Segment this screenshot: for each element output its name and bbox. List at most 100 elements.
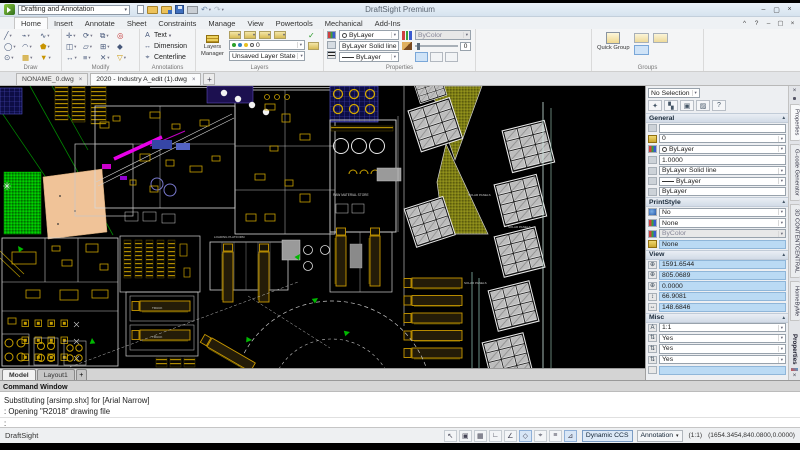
- group-toggle-button[interactable]: [633, 45, 649, 55]
- slider-track[interactable]: [415, 42, 458, 50]
- selection-dropdown[interactable]: No Selection ▾: [648, 88, 700, 98]
- tab-annotate[interactable]: Annotate: [79, 18, 121, 29]
- centerline-tool-button[interactable]: ⌖ Centerline: [143, 52, 192, 63]
- plot-style-toggle[interactable]: [445, 52, 458, 62]
- close-icon[interactable]: ×: [79, 77, 83, 83]
- lineweight-dropdown[interactable]: ByLayer ▾: [659, 176, 786, 186]
- array-tool-button[interactable]: ⊞ ▾: [99, 41, 116, 52]
- esnap-icon[interactable]: ◇: [518, 429, 532, 442]
- annotation-scale-dropdown[interactable]: Annotation ▾: [636, 429, 683, 442]
- ortho-icon[interactable]: ∟: [488, 429, 502, 442]
- collapse-ribbon-button[interactable]: ^: [739, 18, 750, 28]
- tab-view[interactable]: View: [241, 18, 269, 29]
- linecolor-dropdown[interactable]: ByLayer ▾: [659, 144, 786, 155]
- ucs-per-view-dropdown[interactable]: Yes ▾: [659, 344, 786, 354]
- line-tool-button[interactable]: ╱ ▾: [3, 30, 21, 41]
- lineweight-dropdown[interactable]: ByLayer ▾: [339, 52, 399, 62]
- palette-close-button[interactable]: ×: [793, 87, 797, 95]
- section-misc[interactable]: Misc ▴: [646, 312, 788, 323]
- stretch-tool-button[interactable]: ↔ ▾: [65, 52, 82, 63]
- help-button[interactable]: ?: [712, 100, 726, 111]
- transparency-dropdown[interactable]: ByColor ▾: [415, 30, 471, 40]
- tab-addins[interactable]: Add-Ins: [369, 18, 407, 29]
- doc-close-button[interactable]: ×: [787, 18, 798, 28]
- layer-state-dropdown[interactable]: Unsaved Layer State ▾: [229, 51, 305, 61]
- select-window-button[interactable]: ▣: [680, 100, 694, 111]
- printstyle-table-dropdown[interactable]: None ▾: [659, 218, 786, 228]
- lineweight-display-icon[interactable]: ≡: [548, 429, 562, 442]
- hyperlink-field[interactable]: [659, 123, 786, 133]
- printstyle-mode-dropdown[interactable]: ByColor ▾: [659, 229, 786, 239]
- tab-manage[interactable]: Manage: [202, 18, 241, 29]
- scale-tool-button[interactable]: ◆: [116, 41, 133, 52]
- linestyle-dropdown[interactable]: ByLayer Solid line ▾: [659, 166, 786, 176]
- command-window-header[interactable]: Command Window: [0, 381, 800, 392]
- arc-tool-button[interactable]: ◠ ▾: [21, 41, 39, 52]
- hatch-tool-button[interactable]: ▦ ▾: [21, 52, 39, 63]
- section-general[interactable]: General ▴: [646, 113, 788, 123]
- print-button[interactable]: [187, 4, 198, 15]
- polar-icon[interactable]: ∠: [503, 429, 517, 442]
- tab-home[interactable]: Home: [14, 17, 49, 29]
- tab-model[interactable]: Model: [2, 369, 36, 380]
- tab-layout1[interactable]: Layout1: [36, 369, 75, 380]
- gradient-tool-button[interactable]: ▼ ▾: [39, 52, 57, 63]
- minimize-button[interactable]: –: [757, 4, 770, 15]
- layer-tool-icon[interactable]: ▾: [229, 30, 241, 39]
- layers-manager-button[interactable]: Layers Manager: [199, 30, 226, 62]
- active-layer-dropdown[interactable]: 0 ▾: [229, 40, 305, 50]
- transparency-slider[interactable]: 0: [415, 41, 471, 51]
- edit-group-button[interactable]: [652, 33, 668, 43]
- layer-previous-button[interactable]: [308, 42, 319, 50]
- rotate-tool-button[interactable]: ⟳ ▾: [82, 30, 99, 41]
- annotation-scale-dropdown[interactable]: 1:1 ▾: [659, 323, 786, 333]
- section-view[interactable]: View ▴: [646, 249, 788, 260]
- save-button[interactable]: [175, 4, 184, 15]
- grid-icon[interactable]: ▦: [473, 429, 487, 442]
- move-tool-button[interactable]: ✛ ▾: [65, 30, 82, 41]
- side-tab-gcode[interactable]: G-code Generator: [789, 143, 800, 201]
- tab-sheet[interactable]: Sheet: [121, 18, 153, 29]
- printstyle-policy-dropdown[interactable]: No ▾: [659, 207, 786, 218]
- polygon-tool-button[interactable]: ⬟ ▾: [39, 41, 57, 52]
- layer-lock-icon[interactable]: ▾: [259, 30, 271, 39]
- redo-button[interactable]: ↷ ▾: [214, 4, 224, 15]
- drawing-canvas[interactable]: RAW MATERIAL STORE SOLAR PANELS SOLAR PA…: [0, 86, 645, 368]
- pin-icon[interactable]: [793, 96, 796, 101]
- tab-constraints[interactable]: Constraints: [152, 18, 202, 29]
- tab-mechanical[interactable]: Mechanical: [319, 18, 369, 29]
- ccs-display-icon[interactable]: ⊿: [563, 429, 577, 442]
- dynamic-ccs-button[interactable]: Dynamic CCS: [581, 429, 633, 442]
- color-bars-icon[interactable]: [402, 31, 413, 40]
- visual-style-dropdown[interactable]: Yes ▾: [659, 354, 786, 365]
- mirror-tool-button[interactable]: ◫ ▾: [65, 41, 82, 52]
- slider-thumb[interactable]: [417, 42, 420, 50]
- copy-tool-button[interactable]: ⧉ ▾: [99, 30, 116, 41]
- select-entities-button[interactable]: ✦: [648, 100, 662, 111]
- palette-close-button[interactable]: ×: [793, 372, 797, 380]
- etrack-icon[interactable]: ⌖: [533, 429, 547, 442]
- tab-powertools[interactable]: Powertools: [270, 18, 319, 29]
- explode-tool-button[interactable]: ✕ ▾: [99, 52, 116, 63]
- text-tool-button[interactable]: A Text ▾: [143, 30, 192, 41]
- printstyle-field[interactable]: ByLayer: [659, 187, 786, 197]
- show-lineweight-toggle[interactable]: [430, 52, 443, 62]
- doc-restore-button[interactable]: ▢: [775, 18, 786, 28]
- new-doc-tab-button[interactable]: +: [203, 73, 216, 85]
- section-printstyle[interactable]: PrintStyle ▴: [646, 197, 788, 208]
- linestyle-dropdown[interactable]: ByLayer Solid line ▾: [339, 41, 399, 51]
- undo-button[interactable]: ↶ ▾: [201, 4, 211, 15]
- doc-tab-industry[interactable]: 2020 - Industry A_edit (1).dwg ×: [90, 73, 202, 85]
- pointer-select-icon[interactable]: ↖: [443, 429, 457, 442]
- match-properties-icon[interactable]: [402, 42, 412, 50]
- side-tab-properties[interactable]: Properties: [789, 104, 800, 141]
- select-filter-button[interactable]: ▨: [696, 100, 710, 111]
- add-sheet-button[interactable]: +: [75, 369, 87, 380]
- quick-group-button[interactable]: Quick Group: [597, 32, 630, 55]
- trim-tool-button[interactable]: ≡ ▾: [82, 52, 99, 63]
- ucs-dropdown[interactable]: Yes ▾: [659, 333, 786, 343]
- ungroup-button[interactable]: [633, 33, 649, 43]
- layer-isolate-icon[interactable]: ▾: [274, 30, 286, 39]
- entity-select-icon[interactable]: ▣: [458, 429, 472, 442]
- point-tool-button[interactable]: ⊙ ▾: [3, 52, 21, 63]
